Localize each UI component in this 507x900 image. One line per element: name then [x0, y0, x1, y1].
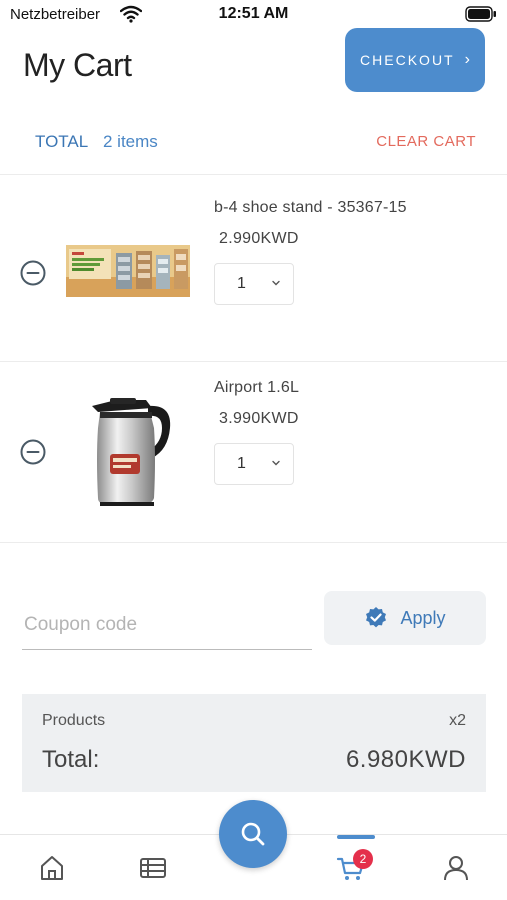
- quantity-select[interactable]: 1: [214, 263, 294, 305]
- order-summary: Products x2 Total: 6.980KWD: [22, 694, 486, 792]
- products-quantity: x2: [449, 712, 466, 729]
- search-icon: [241, 822, 265, 846]
- item-name[interactable]: b-4 shoe stand - 35367-15: [214, 199, 407, 217]
- battery-icon: [465, 6, 496, 22]
- total-label: TOTAL: [35, 132, 89, 151]
- quantity-value: 1: [237, 275, 246, 292]
- remove-item-icon[interactable]: [20, 439, 46, 465]
- thermos-flask-product-image: [92, 398, 171, 506]
- remove-item-icon[interactable]: [20, 260, 46, 286]
- home-icon[interactable]: [37, 853, 67, 883]
- coupon-code-input[interactable]: [22, 600, 312, 650]
- quantity-select[interactable]: 1: [214, 443, 294, 485]
- total-amount: 6.980KWD: [345, 746, 466, 773]
- divider: [0, 542, 507, 543]
- clear-cart-button[interactable]: CLEAR CART: [376, 133, 476, 150]
- quantity-value: 1: [237, 455, 246, 472]
- profile-icon[interactable]: [441, 853, 471, 883]
- shoe-stand-product-image: [66, 245, 190, 297]
- item-name[interactable]: Airport 1.6L: [214, 379, 299, 397]
- cart-item: b-4 shoe stand - 35367-15 2.990KWD 1: [0, 175, 507, 361]
- cart-count-badge: 2: [353, 849, 373, 869]
- page-title: My Cart: [23, 47, 132, 83]
- chevron-down-icon: [272, 280, 280, 286]
- status-bar: Netzbetreiber 12:51 AM: [0, 0, 507, 30]
- catalog-list-icon[interactable]: [138, 853, 168, 883]
- search-button[interactable]: [219, 800, 287, 868]
- active-tab-indicator: [337, 835, 375, 839]
- checkout-button[interactable]: CHECKOUT ›: [345, 28, 485, 92]
- clock: 12:51 AM: [218, 5, 289, 22]
- cart-summary-row: TOTAL 2 items CLEAR CART: [0, 128, 507, 156]
- checkout-label: CHECKOUT: [360, 52, 455, 68]
- total-label: Total:: [42, 746, 100, 773]
- apply-label: Apply: [400, 607, 446, 628]
- chevron-right-icon: ›: [464, 51, 470, 68]
- items-count: 2 items: [103, 132, 158, 151]
- products-label: Products: [42, 712, 106, 729]
- item-price: 2.990KWD: [219, 230, 299, 247]
- chevron-down-icon: [272, 460, 280, 466]
- cart-item: Airport 1.6L 3.990KWD 1: [0, 362, 507, 548]
- verified-badge-icon: [366, 607, 387, 628]
- apply-coupon-button[interactable]: Apply: [324, 591, 486, 645]
- item-price: 3.990KWD: [219, 410, 299, 427]
